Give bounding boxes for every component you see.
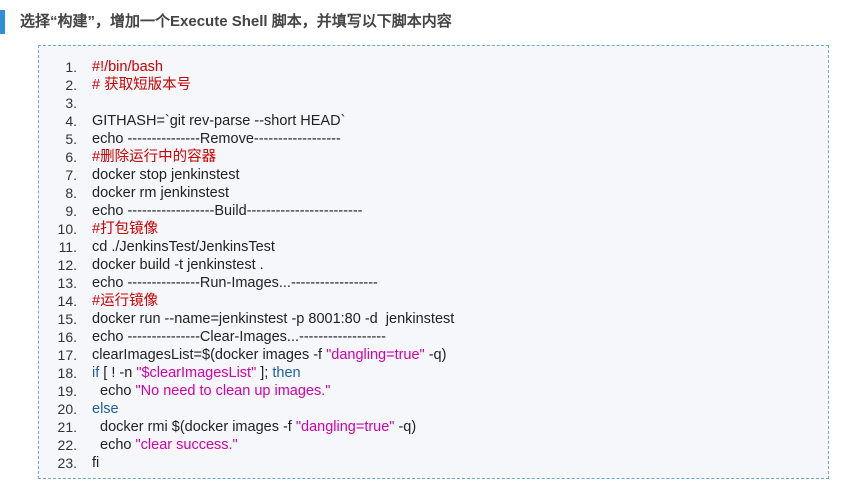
code-token: #打包镜像: [92, 221, 159, 237]
line-number: 14.: [57, 293, 77, 309]
code-text: echo ------------------Build------------…: [92, 202, 363, 220]
line-number: 2.: [65, 77, 77, 93]
code-text: echo ---------------Remove--------------…: [92, 130, 341, 148]
code-token: "$clearImagesList": [136, 365, 257, 381]
code-text: #打包镜像: [92, 220, 158, 238]
code-text: GITHASH=`git rev-parse --short HEAD`: [92, 112, 345, 130]
code-token: "dangling=true": [295, 419, 395, 435]
code-token: docker build -t jenkinstest .: [92, 257, 264, 273]
line-number: 4.: [65, 113, 77, 129]
line-number: 5.: [65, 131, 77, 147]
code-token: fi: [92, 455, 100, 471]
line-number: 6.: [65, 149, 77, 165]
code-token: echo ---------------Remove--------------…: [92, 131, 341, 147]
code-text: else: [92, 400, 119, 418]
code-token: "dangling=true": [326, 347, 425, 363]
line-number: 9.: [65, 203, 77, 219]
code-text: fi: [92, 454, 99, 472]
code-token: #删除运行中的容器: [92, 149, 217, 165]
code-text: cd ./JenkinsTest/JenkinsTest: [92, 238, 275, 256]
line-number: 7.: [65, 167, 77, 183]
code-token: cd ./JenkinsTest/JenkinsTest: [92, 239, 275, 255]
line-number: 22.: [57, 437, 77, 453]
code-text: echo "clear success.": [92, 436, 238, 454]
line-number: 10.: [57, 221, 77, 237]
code-token: GITHASH=`git rev-parse --short HEAD`: [92, 113, 346, 129]
code-token: -q): [424, 347, 447, 363]
line-number: 8.: [65, 185, 77, 201]
code-token: then: [272, 365, 301, 381]
section-heading: 选择“构建”，增加一个Execute Shell 脚本，并填写以下脚本内容: [20, 13, 452, 30]
code-token: echo: [92, 383, 136, 399]
line-number: 19.: [57, 383, 77, 399]
code-text: #!/bin/bash: [92, 58, 163, 76]
line-number: 15.: [57, 311, 77, 327]
code-token: echo ------------------Build------------…: [92, 203, 363, 219]
line-number: 21.: [57, 419, 77, 435]
code-text: echo ---------------Clear-Images...-----…: [92, 328, 386, 346]
line-number: 3.: [65, 95, 77, 111]
line-number: 16.: [57, 329, 77, 345]
line-number: 18.: [57, 365, 77, 381]
code-text: docker rm jenkinstest: [92, 184, 229, 202]
code-token: ];: [256, 365, 273, 381]
code-token: echo ---------------Run-Images...-------…: [92, 275, 378, 291]
code-text: #删除运行中的容器: [92, 148, 216, 166]
line-number: 17.: [57, 347, 77, 363]
code-token: #运行镜像: [92, 293, 159, 309]
code-token: #!/bin/bash: [92, 59, 163, 75]
code-text: docker build -t jenkinstest .: [92, 256, 264, 274]
code-token: docker stop jenkinstest: [92, 167, 240, 183]
code-text: if [ ! -n "$clearImagesList" ]; then: [92, 364, 301, 382]
code-token: "clear success.": [135, 437, 238, 453]
code-token: echo: [92, 437, 136, 453]
code-text: clearImagesList=$(docker images -f "dang…: [92, 346, 446, 364]
line-number: 12.: [57, 257, 77, 273]
code-text: docker stop jenkinstest: [92, 166, 240, 184]
code-text: docker rmi $(docker images -f "dangling=…: [92, 418, 416, 436]
heading-accent-bar: [0, 10, 5, 34]
code-token: "No need to clean up images.": [135, 383, 331, 399]
code-token: docker rmi $(docker images -f: [92, 419, 296, 435]
code-token: echo ---------------Clear-Images...-----…: [92, 329, 386, 345]
code-token: -q): [394, 419, 417, 435]
line-number: 1.: [65, 59, 77, 75]
code-text: echo ---------------Run-Images...-------…: [92, 274, 378, 292]
code-token: [ ! -n: [99, 365, 137, 381]
code-token: else: [92, 401, 119, 417]
code-block[interactable]: 1. #!/bin/bash 2. # 获取短版本号 3. 4. GITHASH=`git …: [38, 45, 829, 479]
code-token: # 获取短版本号: [92, 77, 192, 93]
code-text: # 获取短版本号: [92, 76, 191, 94]
code-token: docker run --name=jenkinstest -p 8001:80…: [92, 311, 455, 327]
code-text: #运行镜像: [92, 292, 158, 310]
code-token: clearImagesList=$(docker images -f: [92, 347, 327, 363]
line-number: 20.: [57, 401, 77, 417]
code-text: docker run --name=jenkinstest -p 8001:80…: [92, 310, 454, 328]
line-number: 13.: [57, 275, 77, 291]
code-text: echo "No need to clean up images.": [92, 382, 330, 400]
line-number: 11.: [58, 239, 77, 255]
code-token: docker rm jenkinstest: [92, 185, 229, 201]
line-number: 23.: [57, 455, 77, 471]
